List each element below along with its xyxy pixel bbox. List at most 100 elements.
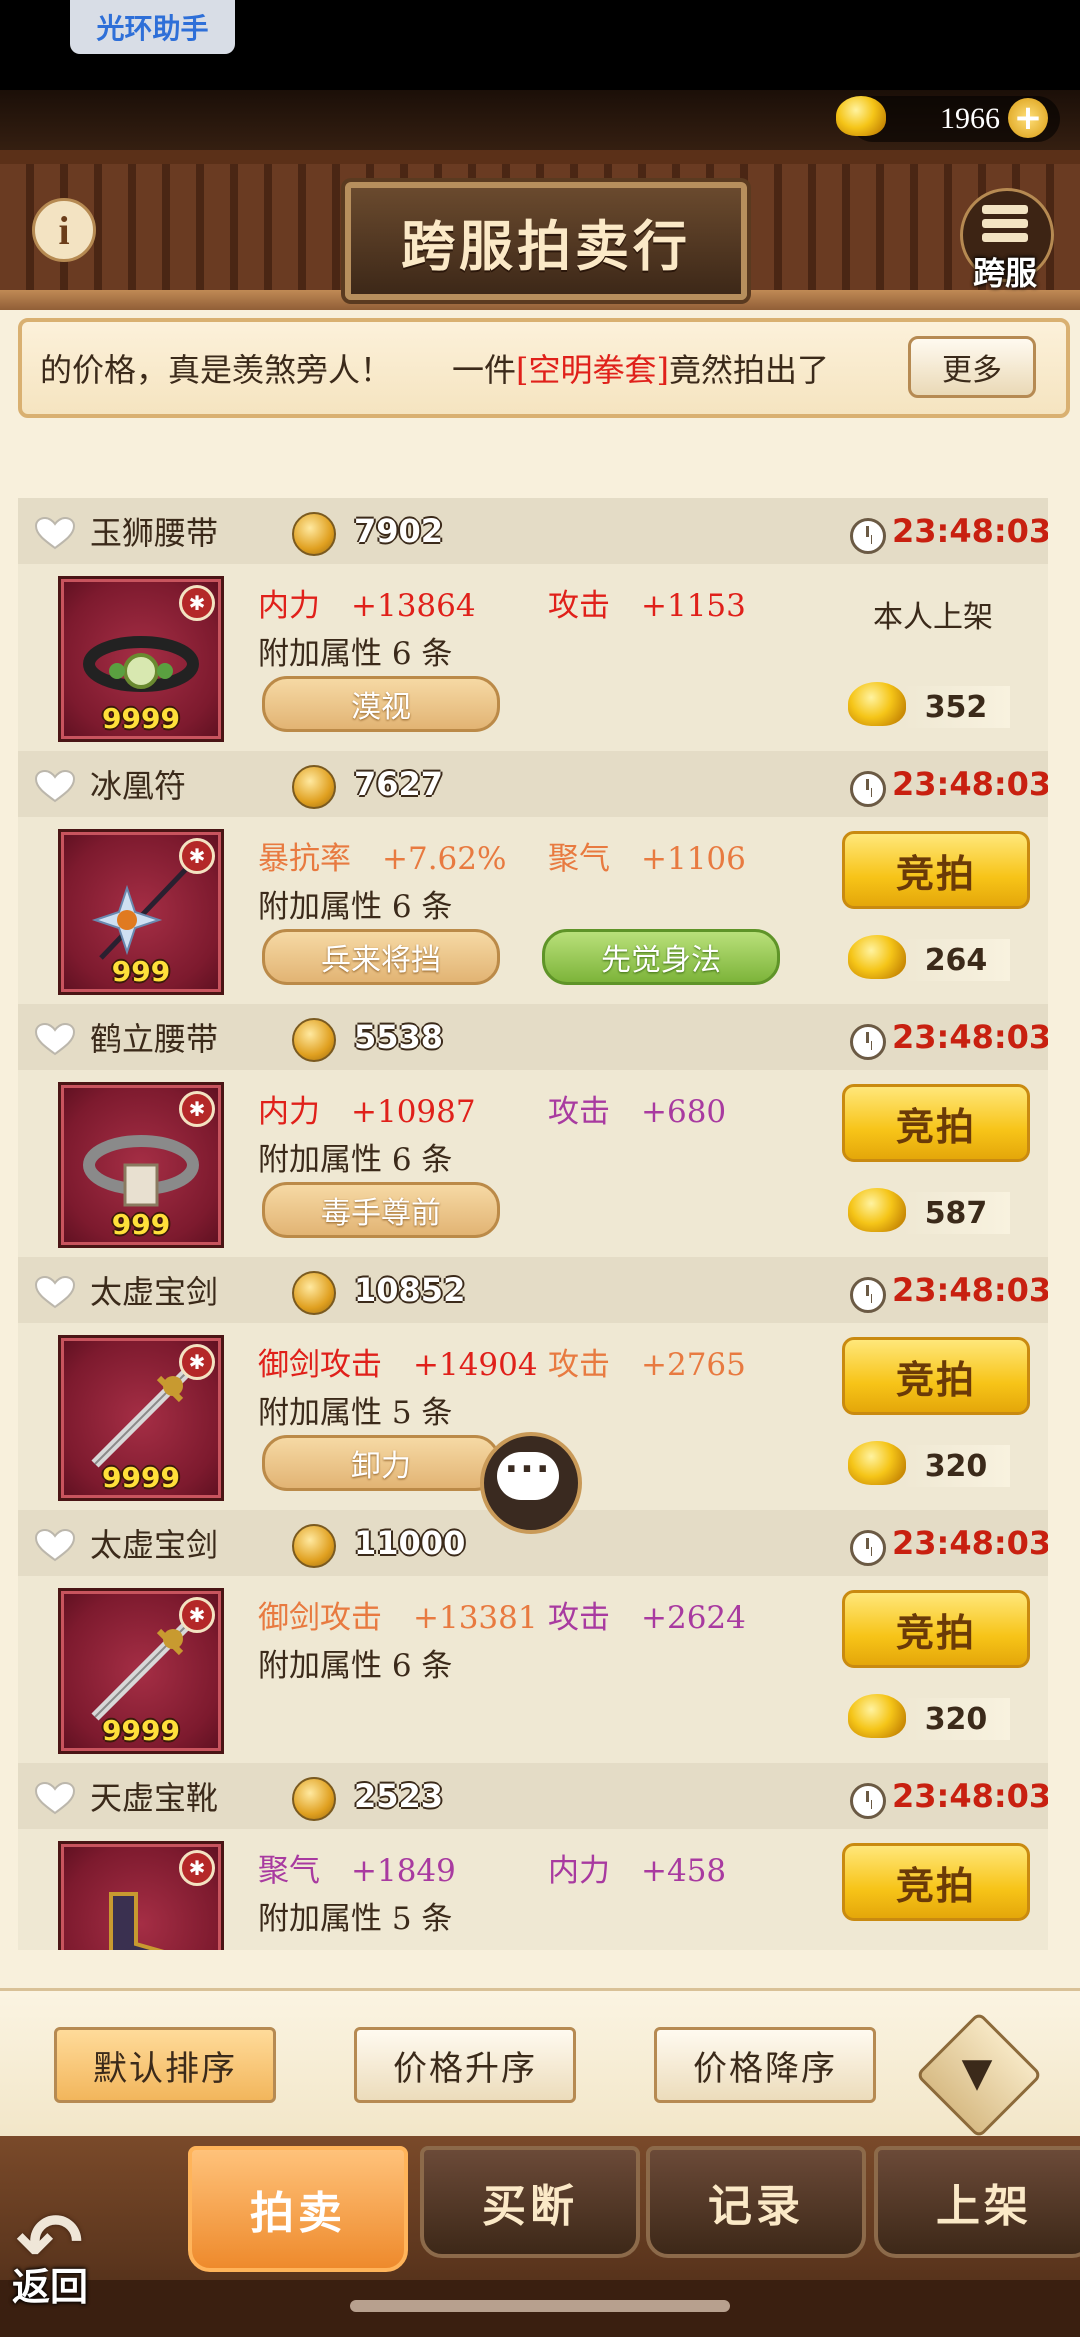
self-listed-label: 本人上架 <box>873 600 993 635</box>
stat-primary: 内力 +13864 <box>258 588 476 624</box>
skill-tag: 卸力 <box>262 1435 500 1491</box>
item-quality: 999 <box>111 1208 171 1241</box>
item-image[interactable]: ✱ 999 <box>58 829 224 995</box>
announcement-part-b: 一件 <box>452 351 517 389</box>
time-remaining: 23:48:03 <box>892 1018 1048 1056</box>
item-name: 太虚宝剑 <box>90 1526 219 1564</box>
stat-secondary: 攻击 +2624 <box>548 1600 746 1636</box>
extra-attributes: 附加属性 5 条 <box>258 1395 453 1431</box>
favorite-heart-icon[interactable] <box>34 769 76 803</box>
stat-secondary: 攻击 +2765 <box>548 1347 746 1383</box>
bid-button[interactable]: 竞拍 <box>842 1084 1030 1162</box>
item-quality: 999 <box>111 955 171 988</box>
announcement-part-a: 的价格，真是羡煞旁人！ <box>40 351 393 389</box>
tab-buyout[interactable]: 买断 <box>420 2146 640 2258</box>
sort-default-button[interactable]: 默认排序 <box>54 2027 276 2103</box>
gold-ingot-icon <box>836 96 886 136</box>
coin-icon <box>292 765 336 809</box>
equip-badge-icon: ✱ <box>179 1344 215 1380</box>
item-image[interactable]: ✱ 9999 <box>58 1335 224 1501</box>
info-button[interactable]: i <box>32 198 96 262</box>
home-indicator <box>350 2300 730 2312</box>
item-name: 冰凰符 <box>90 767 187 805</box>
equip-badge-icon: ✱ <box>179 1850 215 1886</box>
skill-tag: 兵来将挡 <box>262 929 500 985</box>
auction-item[interactable]: 天虚宝靴 2523 23:48:03 ✱ 聚气 +1849 内力 +458 附加属性 5 条… <box>18 1763 1048 1950</box>
tab-list-item[interactable]: 上架 <box>874 2146 1080 2258</box>
item-image[interactable]: ✱ <box>58 1841 224 1950</box>
extra-attributes: 附加属性 6 条 <box>258 636 453 672</box>
coin-icon <box>292 1777 336 1821</box>
item-price: 7627 <box>354 765 444 803</box>
clock-icon <box>850 1277 886 1313</box>
time-remaining: 23:48:03 <box>892 1524 1048 1562</box>
equip-badge-icon: ✱ <box>179 1597 215 1633</box>
favorite-heart-icon[interactable] <box>34 1528 76 1562</box>
gold-count: 1966 <box>940 102 1000 135</box>
gold-ingot-icon <box>848 1694 906 1738</box>
auction-list[interactable]: 玉狮腰带 7902 23:48:03 ✱ 9999 内力 +13864 攻击 +1153 附加… <box>18 498 1048 1950</box>
more-button[interactable]: 更多 <box>908 336 1036 398</box>
stat-primary: 内力 +10987 <box>258 1094 476 1130</box>
auction-item[interactable]: 玉狮腰带 7902 23:48:03 ✱ 9999 内力 +13864 攻击 +1153 附加… <box>18 498 1048 751</box>
announcement-item-name: [空明拳套] <box>516 351 670 389</box>
helper-badge[interactable]: 光环助手 <box>70 0 235 54</box>
item-price: 7902 <box>354 512 444 550</box>
time-remaining: 23:48:03 <box>892 765 1048 803</box>
announcement-text: 的价格，真是羡煞旁人！ 一件 [空明拳套] 竟然拍出了 <box>40 318 895 418</box>
filter-icon: ▼ <box>961 2050 993 2096</box>
item-quality: 9999 <box>102 702 180 735</box>
equip-badge-icon: ✱ <box>179 838 215 874</box>
bid-button[interactable]: 竞拍 <box>842 1843 1030 1921</box>
bid-price: 352 <box>924 689 988 725</box>
tab-auction[interactable]: 拍卖 <box>188 2146 408 2272</box>
bid-button[interactable]: 竞拍 <box>842 1590 1030 1668</box>
sort-price-desc-button[interactable]: 价格降序 <box>654 2027 876 2103</box>
clock-icon <box>850 1530 886 1566</box>
extra-attributes: 附加属性 6 条 <box>258 889 453 925</box>
skill-tag-green: 先觉身法 <box>542 929 780 985</box>
auction-item[interactable]: 太虚宝剑 11000 23:48:03 ✱ 9999 御剑攻击 +13381 攻击 +262… <box>18 1510 1048 1763</box>
bid-price: 264 <box>924 942 988 978</box>
tab-record[interactable]: 记录 <box>646 2146 866 2258</box>
stat-secondary: 聚气 +1106 <box>548 841 746 877</box>
bid-button[interactable]: 竞拍 <box>842 831 1030 909</box>
add-gold-button[interactable]: + <box>1008 98 1048 138</box>
list-icon <box>982 205 1028 251</box>
item-image[interactable]: ✱ 9999 <box>58 576 224 742</box>
cross-server-label[interactable]: 跨服 <box>955 248 1055 292</box>
auction-item[interactable]: 冰凰符 7627 23:48:03 ✱ 999 暴抗率 +7.62% 聚气 +1106 附加属… <box>18 751 1048 1004</box>
clock-icon <box>850 771 886 807</box>
gold-ingot-icon <box>848 1441 906 1485</box>
chat-dots-icon: ··· <box>504 1449 552 1490</box>
coin-icon <box>292 512 336 556</box>
stat-primary: 聚气 +1849 <box>258 1853 456 1889</box>
page-title: 跨服拍卖行 <box>401 213 691 278</box>
item-name: 玉狮腰带 <box>90 514 219 552</box>
bid-button[interactable]: 竞拍 <box>842 1337 1030 1415</box>
time-remaining: 23:48:03 <box>892 512 1048 550</box>
item-price: 2523 <box>354 1777 444 1815</box>
favorite-heart-icon[interactable] <box>34 1275 76 1309</box>
coin-icon <box>292 1271 336 1315</box>
item-price: 10852 <box>354 1271 466 1309</box>
item-name: 鹤立腰带 <box>90 1020 219 1058</box>
favorite-heart-icon[interactable] <box>34 516 76 550</box>
item-quality: 9999 <box>102 1714 180 1747</box>
extra-attributes: 附加属性 6 条 <box>258 1142 453 1178</box>
equip-badge-icon: ✱ <box>179 1091 215 1127</box>
back-label[interactable]: 返回 <box>12 2256 112 2309</box>
favorite-heart-icon[interactable] <box>34 1022 76 1056</box>
extra-attributes: 附加属性 6 条 <box>258 1648 453 1684</box>
stat-secondary: 内力 +458 <box>548 1853 727 1889</box>
auction-item[interactable]: 鹤立腰带 5538 23:48:03 ✱ 999 内力 +10987 攻击 +680 附加属性… <box>18 1004 1048 1257</box>
equip-badge-icon: ✱ <box>179 585 215 621</box>
bid-price: 320 <box>924 1701 988 1737</box>
item-image[interactable]: ✱ 9999 <box>58 1588 224 1754</box>
favorite-heart-icon[interactable] <box>34 1781 76 1815</box>
skill-tag: 漠视 <box>262 676 500 732</box>
sort-price-asc-button[interactable]: 价格升序 <box>354 2027 576 2103</box>
item-image[interactable]: ✱ 999 <box>58 1082 224 1248</box>
item-price: 5538 <box>354 1018 444 1056</box>
gold-ingot-icon <box>848 1188 906 1232</box>
